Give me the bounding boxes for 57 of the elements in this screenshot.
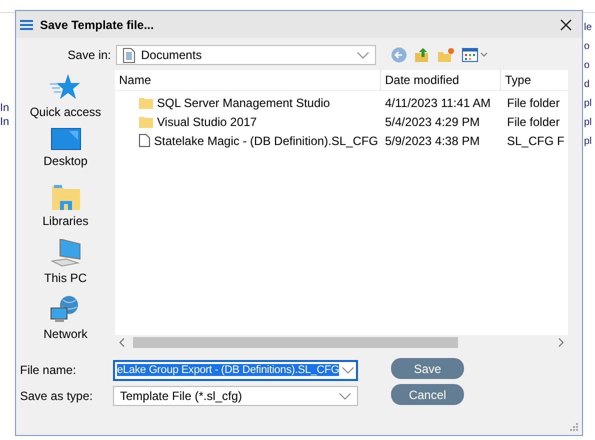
file-name[interactable]: SQL Server Management Studio [157, 96, 330, 110]
background-text: pl [584, 116, 592, 130]
scroll-left-icon[interactable] [119, 338, 125, 347]
type-cell-text: SL_CFG F [506, 134, 566, 148]
file-name-label: File name: [19, 363, 78, 377]
view-menu-icon[interactable] [462, 47, 488, 63]
column-header[interactable]: Date modified [381, 70, 501, 90]
monitor-icon [50, 128, 80, 150]
folder-icon [139, 96, 153, 108]
place-item[interactable]: Desktop [43, 128, 88, 184]
column-header[interactable]: Name [115, 70, 381, 90]
place-item[interactable]: Quick access [30, 73, 102, 128]
background-text: d [584, 78, 591, 92]
background-text: pl [584, 135, 592, 149]
date-cell-text: 5/4/2023 4:29 PM [384, 114, 481, 128]
place-item[interactable]: This PC [44, 239, 87, 295]
document-icon [123, 48, 135, 62]
file-name-field[interactable]: eLake Group Export - (DB Definitions).SL_CFG [113, 360, 358, 380]
save-button[interactable]: Save [391, 358, 464, 379]
background-text: o [584, 40, 591, 54]
column-header[interactable]: Type [501, 70, 567, 90]
file-name[interactable]: Visual Studio 2017 [157, 114, 257, 128]
background-text: In [0, 102, 10, 114]
date-cell-text: 4/11/2023 11:41 AM [384, 96, 492, 110]
folder-icon [139, 116, 153, 128]
date-cell-text: 5/9/2023 4:38 PM [384, 134, 481, 148]
save-in-label: Save in: [66, 48, 112, 62]
file-icon [139, 134, 150, 147]
computer-icon [50, 239, 82, 268]
place-item[interactable]: Network [43, 294, 88, 350]
star-icon [50, 73, 80, 101]
folder-icon [52, 184, 80, 210]
file-name[interactable]: Statelake Magic - (DB Definition).SL_CFG [154, 134, 378, 148]
background-text: In [0, 116, 10, 128]
new-folder-icon[interactable] [437, 47, 455, 63]
close-icon[interactable] [560, 18, 572, 30]
place-item[interactable]: Libraries [42, 184, 89, 240]
scroll-right-icon[interactable] [558, 338, 564, 347]
back-icon[interactable] [391, 47, 407, 63]
background-text: o [584, 59, 591, 73]
background-text: le [584, 21, 592, 35]
cancel-button[interactable]: Cancel [391, 384, 464, 405]
chevron-down-icon [357, 52, 369, 58]
up-folder-icon[interactable] [414, 47, 430, 63]
save-as-type-dropdown[interactable]: Template File (*.sl_cfg) [113, 386, 358, 406]
menu-icon [20, 20, 33, 30]
type-cell-text: File folder [506, 96, 561, 110]
resize-grip-icon[interactable] [570, 423, 578, 431]
save-as-type-label: Save as type: [19, 389, 94, 403]
chevron-down-icon [342, 366, 354, 374]
background-text: pl [584, 97, 592, 111]
save-in-dropdown[interactable]: Documents [116, 45, 376, 65]
type-cell-text: File folder [506, 114, 561, 128]
chevron-down-icon [339, 392, 351, 400]
network-icon [50, 294, 80, 323]
scrollbar-thumb[interactable] [133, 337, 458, 348]
window-title: Save Template file... [40, 18, 154, 32]
